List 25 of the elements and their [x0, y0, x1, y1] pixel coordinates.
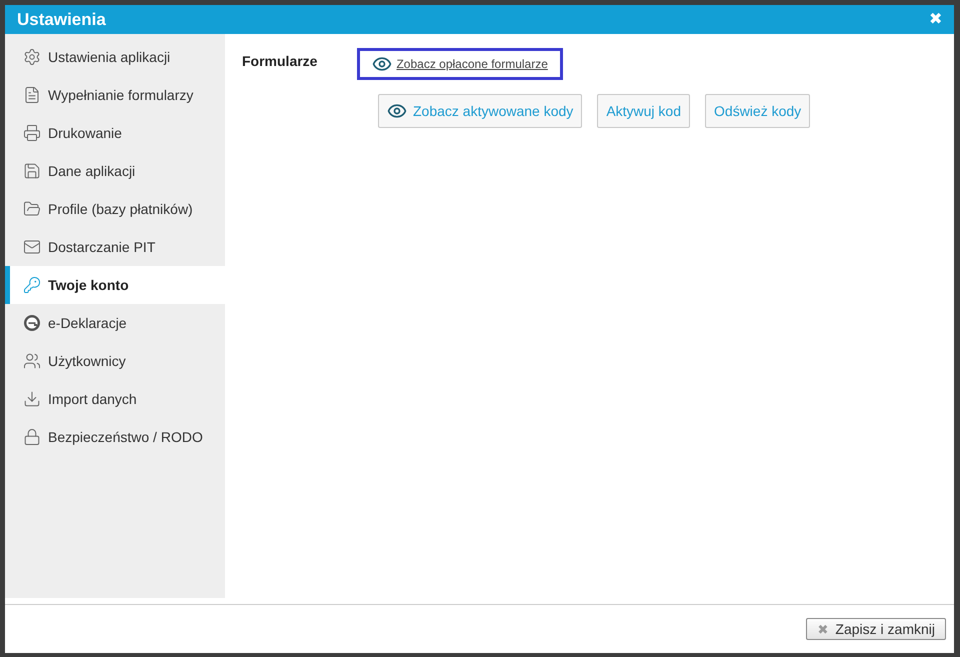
sidebar-item[interactable]: Profile (bazy płatników) — [5, 190, 225, 228]
download-icon — [23, 390, 41, 408]
gear-icon — [23, 48, 41, 66]
window-title: Ustawienia — [17, 8, 106, 31]
sidebar-item[interactable]: Bezpieczeństwo / RODO — [5, 418, 225, 456]
printer-icon — [23, 124, 41, 142]
sidebar-item[interactable]: Ustawienia aplikacji — [5, 38, 225, 76]
sidebar-item[interactable]: Dane aplikacji — [5, 152, 225, 190]
folder-icon — [23, 200, 41, 218]
sidebar-item[interactable]: e-Deklaracje — [5, 304, 225, 342]
lock-icon — [23, 428, 41, 446]
sidebar-item[interactable]: Drukowanie — [5, 114, 225, 152]
sidebar-item[interactable]: Twoje konto — [5, 266, 225, 304]
sidebar-item[interactable]: Wypełnianie formularzy — [5, 76, 225, 114]
sidebar-item[interactable]: Użytkownicy — [5, 342, 225, 380]
close-icon: ✖ — [817, 622, 828, 636]
document-icon — [23, 86, 41, 104]
users-icon — [23, 352, 41, 370]
key-icon — [23, 276, 41, 294]
sidebar-item[interactable]: Dostarczanie PIT — [5, 228, 225, 266]
section-label: Formularze — [242, 52, 318, 71]
save-close-button[interactable]: ✖ Zapisz i zamknij — [806, 618, 946, 640]
paid-forms-link[interactable]: Zobacz opłacone formularze — [357, 48, 563, 80]
envelope-icon — [23, 238, 41, 256]
sidebar-item[interactable]: Import danych — [5, 380, 225, 418]
